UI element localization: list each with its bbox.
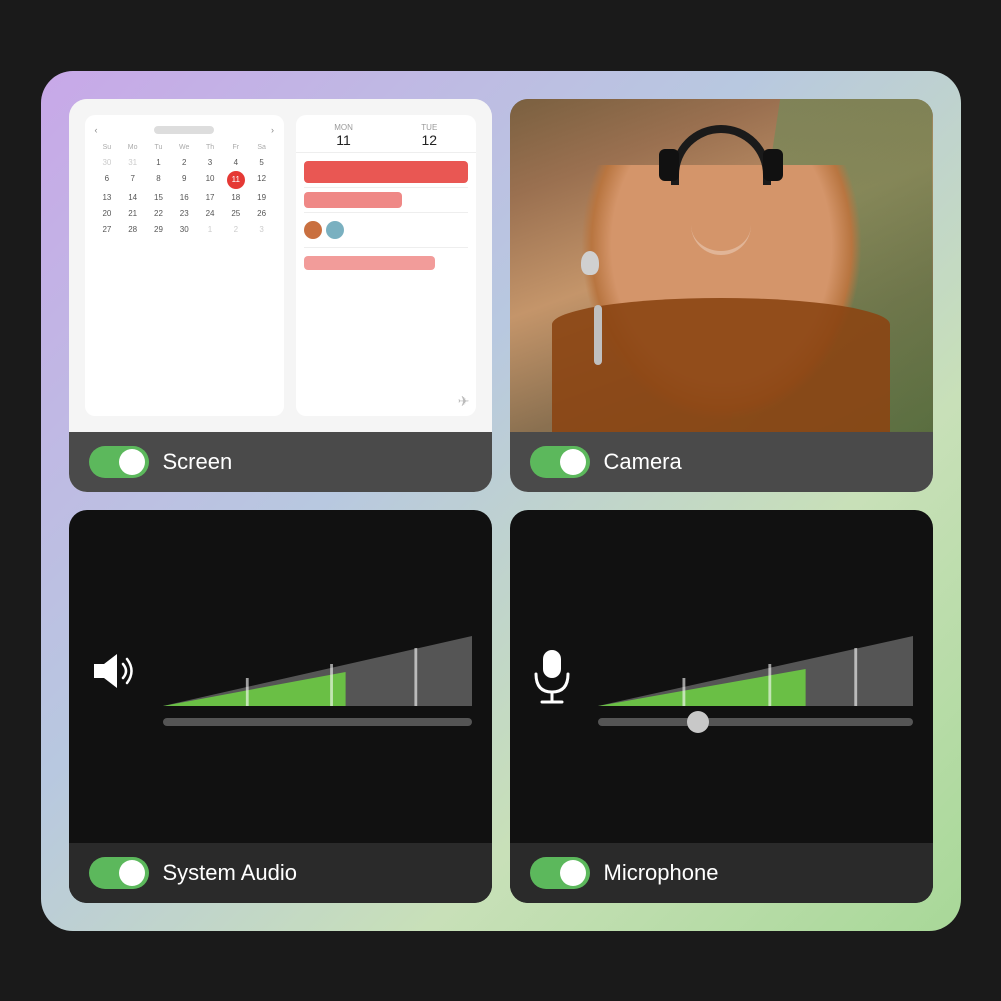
cal-day-today[interactable]: 11 <box>227 171 245 189</box>
cal-day[interactable]: 18 <box>223 190 248 205</box>
system-audio-card: System Audio <box>69 510 492 903</box>
cal-day[interactable]: 8 <box>146 171 171 189</box>
cal-day[interactable]: 1 <box>198 222 223 237</box>
cal-day[interactable]: 10 <box>198 171 223 189</box>
cal-day[interactable]: 27 <box>95 222 120 237</box>
camera-toggle-bar: Camera <box>510 432 933 492</box>
cal-day[interactable]: 29 <box>146 222 171 237</box>
microphone-toggle-bar: Microphone <box>510 843 933 903</box>
cal-day[interactable]: 17 <box>198 190 223 205</box>
schedule-line <box>304 212 468 213</box>
system-audio-toggle-bar: System Audio <box>69 843 492 903</box>
system-audio-toggle[interactable] <box>89 857 149 889</box>
cal-day[interactable]: 24 <box>198 206 223 221</box>
cal-day[interactable]: 22 <box>146 206 171 221</box>
cal-day[interactable]: 2 <box>172 155 197 170</box>
screen-toggle-knob <box>119 449 145 475</box>
schedule-event <box>304 161 468 183</box>
cal-day[interactable]: 25 <box>223 206 248 221</box>
microphone-toggle[interactable] <box>530 857 590 889</box>
cal-day[interactable]: 3 <box>198 155 223 170</box>
cal-dow: Mo <box>120 141 145 154</box>
mic-content <box>510 510 933 843</box>
cal-day[interactable]: 1 <box>146 155 171 170</box>
camera-card: Camera <box>510 99 933 492</box>
camera-toggle[interactable] <box>530 446 590 478</box>
cal-day[interactable]: 16 <box>172 190 197 205</box>
screen-toggle-bar: Screen <box>69 432 492 492</box>
cal-day[interactable]: 30 <box>95 155 120 170</box>
audio-meter <box>163 626 472 726</box>
cal-dow: Fr <box>223 141 248 154</box>
microphone-card: Microphone <box>510 510 933 903</box>
cal-day[interactable]: 9 <box>172 171 197 189</box>
system-audio-label: System Audio <box>163 860 298 886</box>
cal-day[interactable]: 6 <box>95 171 120 189</box>
cal-dow: Sa <box>249 141 274 154</box>
cal-day[interactable]: 15 <box>146 190 171 205</box>
mini-schedule: MON 11 TUE 12 <box>296 115 476 416</box>
cal-dow: Tu <box>146 141 171 154</box>
cal-day[interactable]: 12 <box>249 171 274 189</box>
cal-day[interactable]: 14 <box>120 190 145 205</box>
camera-label: Camera <box>604 449 682 475</box>
cal-day[interactable]: 2 <box>223 222 248 237</box>
cal-next[interactable]: › <box>271 125 274 135</box>
cal-day[interactable]: 4 <box>223 155 248 170</box>
cal-dow: Su <box>95 141 120 154</box>
microphone-icon <box>530 648 574 704</box>
screen-card: ‹ › Su Mo Tu We Th Fr Sa 30 31 1 2 3 <box>69 99 492 492</box>
schedule-line <box>304 247 468 248</box>
schedule-day-2: TUE 12 <box>421 123 437 148</box>
mic-meter <box>598 626 913 726</box>
cal-day[interactable]: 7 <box>120 171 145 189</box>
cal-title <box>154 126 214 134</box>
microphone-toggle-knob <box>560 860 586 886</box>
camera-preview <box>510 99 933 432</box>
cal-prev[interactable]: ‹ <box>95 125 98 135</box>
camera-toggle-knob <box>560 449 586 475</box>
cal-day[interactable]: 28 <box>120 222 145 237</box>
cal-day[interactable]: 31 <box>120 155 145 170</box>
schedule-event-sm <box>304 192 402 208</box>
cal-day[interactable]: 5 <box>249 155 274 170</box>
microphone-label: Microphone <box>604 860 719 886</box>
mini-calendar: ‹ › Su Mo Tu We Th Fr Sa 30 31 1 2 3 <box>85 115 285 416</box>
cal-day[interactable]: 23 <box>172 206 197 221</box>
cal-dow: We <box>172 141 197 154</box>
schedule-line <box>304 187 468 188</box>
speaker-icon <box>89 646 139 706</box>
system-audio-toggle-knob <box>119 860 145 886</box>
cal-dow: Th <box>198 141 223 154</box>
cal-day[interactable]: 30 <box>172 222 197 237</box>
screen-preview: ‹ › Su Mo Tu We Th Fr Sa 30 31 1 2 3 <box>69 99 492 432</box>
cal-day[interactable]: 3 <box>249 222 274 237</box>
cal-day[interactable]: 13 <box>95 190 120 205</box>
cal-day[interactable]: 20 <box>95 206 120 221</box>
cal-day[interactable]: 21 <box>120 206 145 221</box>
cal-day[interactable]: 26 <box>249 206 274 221</box>
cal-day[interactable]: 19 <box>249 190 274 205</box>
schedule-day-1: MON 11 <box>334 123 353 148</box>
screen-toggle[interactable] <box>89 446 149 478</box>
outer-container: ‹ › Su Mo Tu We Th Fr Sa 30 31 1 2 3 <box>41 71 961 931</box>
audio-content <box>69 510 492 843</box>
screen-label: Screen <box>163 449 233 475</box>
